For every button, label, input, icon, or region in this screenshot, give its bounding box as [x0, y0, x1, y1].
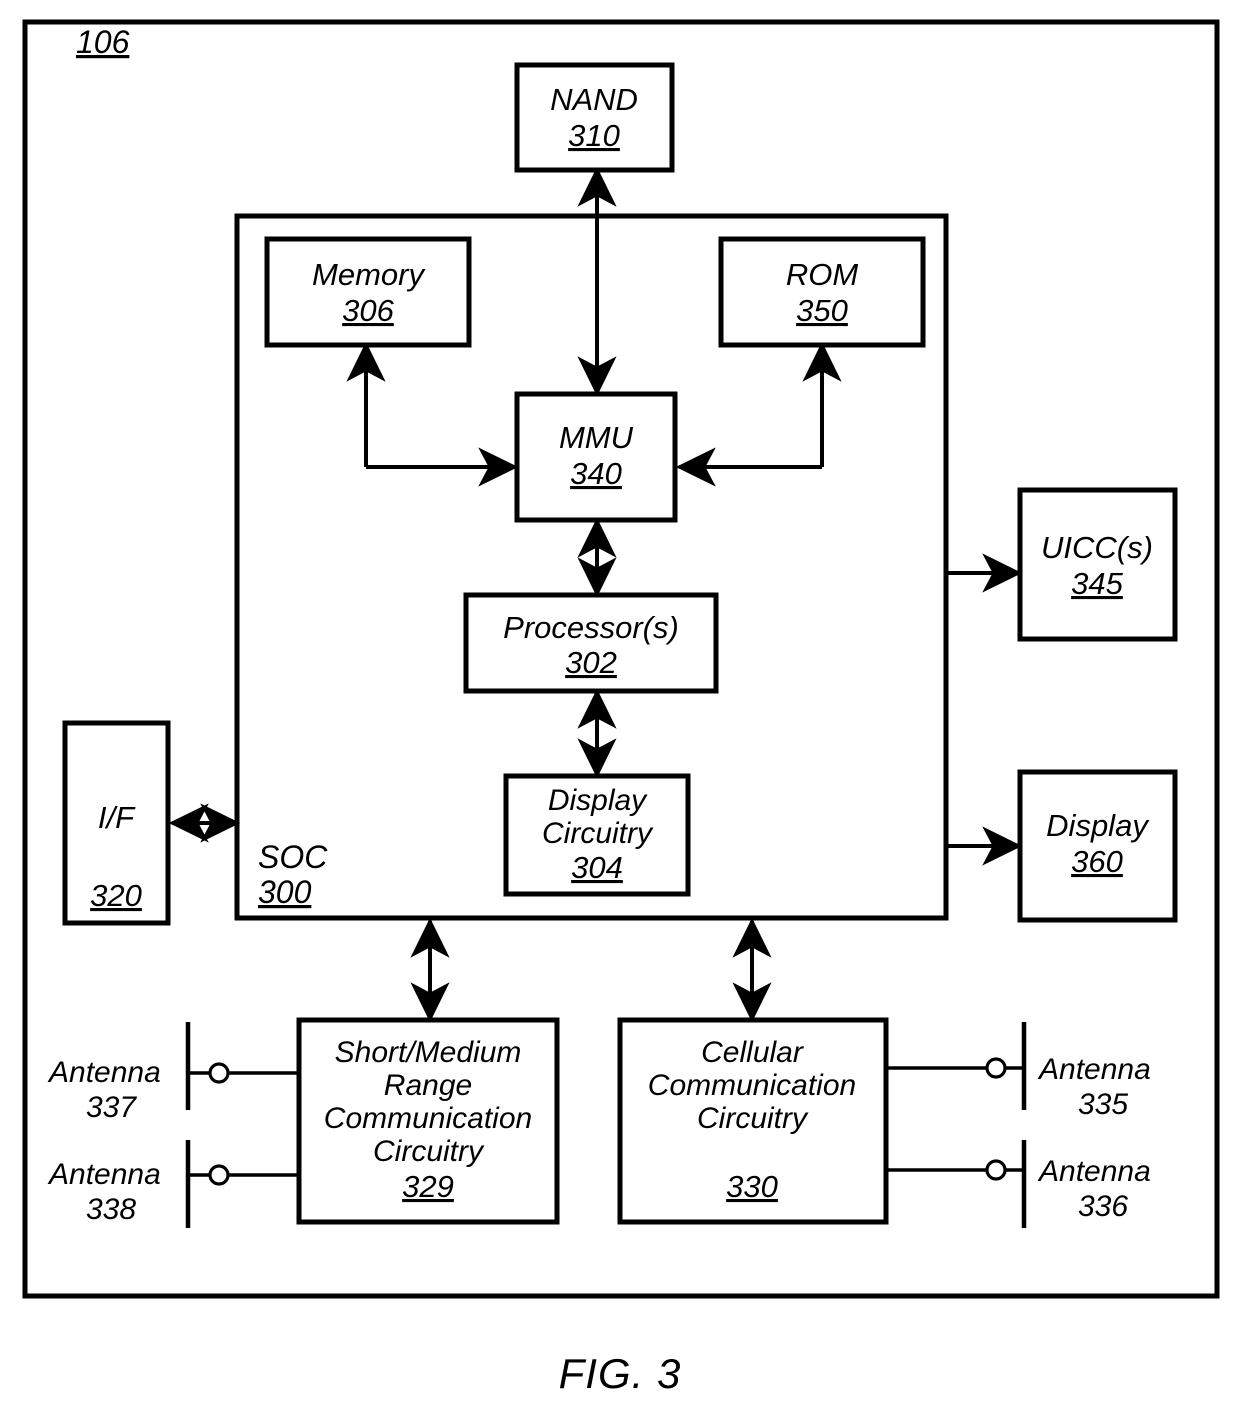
block-processor-ref: 302 — [565, 645, 617, 680]
figure-caption: FIG. 3 — [559, 1350, 682, 1397]
block-rom-title: ROM — [786, 257, 859, 292]
block-mmu-ref: 340 — [570, 456, 622, 491]
block-cellular-ref: 330 — [726, 1169, 778, 1204]
block-cellular-line2: Communication — [648, 1069, 856, 1102]
block-rom-ref: 350 — [796, 293, 848, 328]
antenna-label-338-ref: 338 — [86, 1193, 136, 1226]
block-display-circuitry-line2: Circuitry — [542, 817, 654, 850]
block-short-medium-range-line1: Short/Medium — [335, 1036, 522, 1069]
block-rom — [718, 236, 926, 348]
block-interface-ref: 320 — [90, 878, 142, 913]
block-memory-title: Memory — [312, 257, 426, 292]
antenna-label-337-name: Antenna — [47, 1056, 161, 1089]
block-display-circuitry-ref: 304 — [571, 850, 623, 885]
block-short-medium-range-line3: Communication — [324, 1102, 532, 1135]
antenna-label-335-name: Antenna — [1037, 1053, 1151, 1086]
block-nand-ref: 310 — [568, 118, 620, 153]
antenna-label-336-ref: 336 — [1078, 1190, 1128, 1223]
block-uicc-ref: 345 — [1071, 566, 1123, 601]
block-soc-ref: 300 — [258, 874, 312, 910]
block-mmu-title: MMU — [559, 420, 634, 455]
block-short-medium-range-line4: Circuitry — [373, 1135, 485, 1168]
block-memory-ref: 306 — [342, 293, 394, 328]
block-short-medium-range-line2: Range — [384, 1069, 472, 1102]
block-processor-title: Processor(s) — [503, 610, 679, 645]
block-cellular-line1: Cellular — [701, 1036, 804, 1069]
antenna-label-338-name: Antenna — [47, 1158, 161, 1191]
block-display-ref: 360 — [1071, 844, 1123, 879]
antenna-connector-dot-337 — [208, 1062, 230, 1084]
block-short-medium-range-ref: 329 — [402, 1169, 454, 1204]
block-memory — [264, 236, 472, 348]
antenna-connector-dot-338 — [208, 1164, 230, 1186]
block-uicc-title: UICC(s) — [1041, 530, 1153, 565]
antenna-label-336-name: Antenna — [1037, 1155, 1151, 1188]
block-nand-title: NAND — [550, 82, 638, 117]
antenna-connector-dot-335 — [985, 1057, 1007, 1079]
antenna-label-335-ref: 335 — [1078, 1088, 1128, 1121]
block-cellular-line3: Circuitry — [697, 1102, 809, 1135]
antenna-connector-dot-336 — [985, 1159, 1007, 1181]
block-soc-title: SOC — [258, 839, 328, 875]
figure-3-diagram: NAND 310 Memory 306 ROM 350 MMU 340 Proc… — [0, 0, 1240, 1403]
block-display-circuitry-line1: Display — [548, 784, 648, 817]
block-interface-title: I/F — [98, 800, 136, 835]
antenna-label-337-ref: 337 — [86, 1091, 137, 1124]
figure-outer-ref: 106 — [76, 24, 130, 60]
block-display-title: Display — [1046, 808, 1150, 843]
